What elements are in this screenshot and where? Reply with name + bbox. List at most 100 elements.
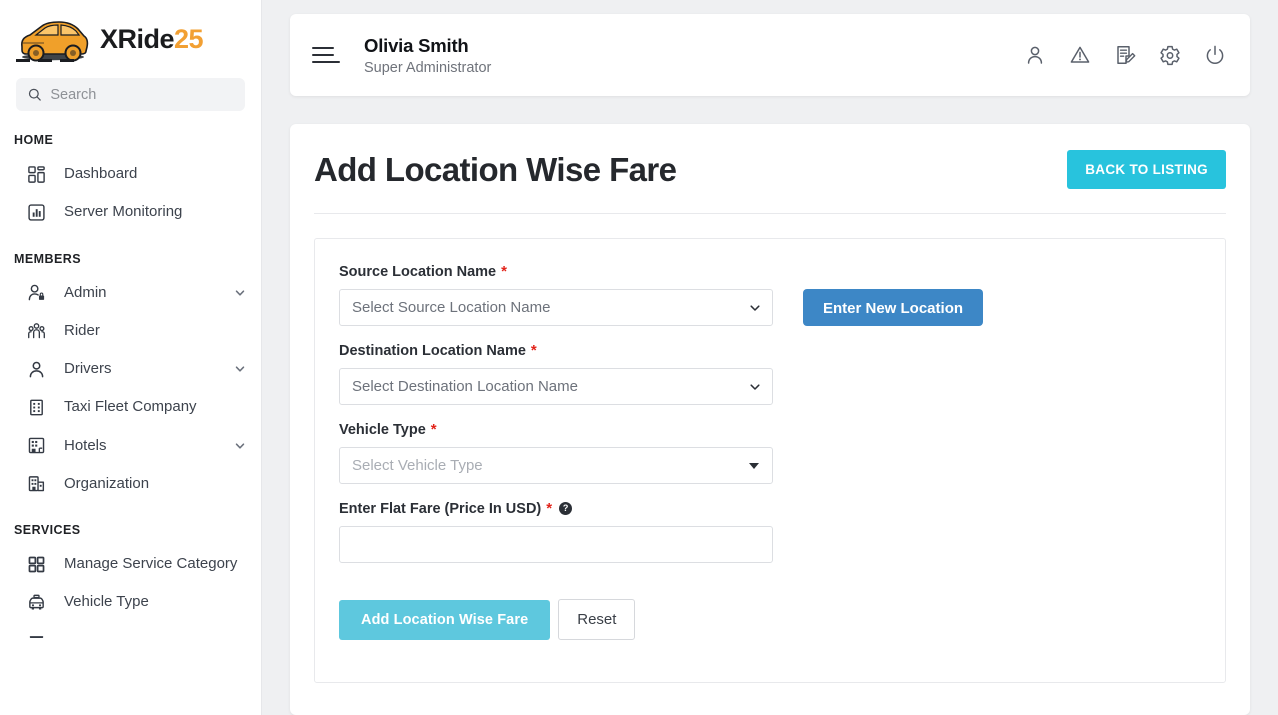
chart-bar-icon xyxy=(26,202,46,222)
partial-icon xyxy=(26,628,46,648)
required-marker: * xyxy=(546,500,553,517)
sidebar-item-label: Dashboard xyxy=(64,165,138,182)
sidebar-item-server-monitoring[interactable]: Server Monitoring xyxy=(0,193,261,231)
sidebar-item-label: Taxi Fleet Company xyxy=(64,398,197,416)
sidebar-item-vehicle-type[interactable]: Vehicle Type xyxy=(0,583,261,621)
sidebar-item-label: Vehicle Type xyxy=(64,593,149,611)
users-group-icon xyxy=(26,321,46,341)
main-content: Olivia Smith Super Administrator Add Loc… xyxy=(262,0,1278,715)
sidebar-item-label: Rider xyxy=(64,321,100,339)
document-edit-icon[interactable] xyxy=(1113,44,1136,67)
hotel-icon xyxy=(26,436,46,456)
sidebar-section-home: HOME xyxy=(14,133,54,147)
search-box[interactable] xyxy=(16,78,245,111)
required-marker: * xyxy=(530,342,537,359)
search-input[interactable] xyxy=(50,86,233,103)
destination-location-value: Select Destination Location Name xyxy=(352,378,578,395)
taxi-icon xyxy=(26,592,46,612)
question-mark-icon[interactable]: ? xyxy=(559,502,573,515)
back-to-listing-button[interactable]: BACK TO LISTING xyxy=(1067,150,1226,189)
source-location-label: Source Location Name * xyxy=(339,263,773,280)
search-container xyxy=(0,78,261,111)
page-header: Add Location Wise Fare BACK TO LISTING xyxy=(314,150,1226,214)
page-content-card: Add Location Wise Fare BACK TO LISTING S… xyxy=(290,124,1250,715)
sidebar-section-services: SERVICES xyxy=(14,523,81,537)
sidebar-item-label: Server Monitoring xyxy=(64,203,183,221)
sidebar-section-members: MEMBERS xyxy=(14,251,82,266)
brand-logo-block[interactable]: XRide25 xyxy=(0,0,261,78)
source-location-select[interactable]: Select Source Location Name xyxy=(339,289,773,326)
field-source-location: Source Location Name * Select Source Loca… xyxy=(339,263,773,326)
header-user-name: Olivia Smith xyxy=(364,34,469,56)
building-icon xyxy=(26,397,46,417)
sidebar-item-label: Organization xyxy=(64,474,150,492)
field-flat-fare: Enter Flat Fare (Price In USD) * ? xyxy=(339,500,773,563)
vehicle-type-label-text: Vehicle Type xyxy=(339,421,426,438)
sidebar-item-hotels[interactable]: Hotels xyxy=(0,427,261,465)
sidebar-item-rider[interactable]: Rider xyxy=(0,312,261,350)
sidebar-item-partial[interactable] xyxy=(0,622,261,657)
sidebar-item-drivers[interactable]: Drivers xyxy=(0,350,261,388)
power-logout-icon[interactable] xyxy=(1203,44,1226,67)
location-fare-form: Source Location Name * Select Source Loca… xyxy=(314,238,1226,683)
caret-down-icon xyxy=(749,462,759,469)
sidebar-item-label: Drivers xyxy=(64,360,112,377)
required-marker: * xyxy=(430,421,437,438)
vehicle-type-select[interactable]: Select Vehicle Type xyxy=(339,447,773,484)
sidebar-item-label: Manage Service Category xyxy=(64,555,238,572)
dashboard-grid-icon xyxy=(26,164,46,184)
brand-title: XRide25 xyxy=(100,23,204,55)
page-title: Add Location Wise Fare xyxy=(314,150,677,188)
sidebar-nav: HOME Dashboard Server Monitoring MEMBERS… xyxy=(0,133,261,657)
chevron-down-icon[interactable] xyxy=(233,362,247,376)
top-header-bar: Olivia Smith Super Administrator xyxy=(290,14,1250,96)
chevron-down-icon[interactable] xyxy=(233,439,247,453)
form-row-destination-location: Destination Location Name * Select Destin… xyxy=(315,342,1225,405)
sidebar-item-admin[interactable]: Admin xyxy=(0,274,261,312)
source-location-value: Select Source Location Name xyxy=(352,299,551,316)
sidebar-item-manage-service-category[interactable]: Manage Service Category xyxy=(0,545,261,583)
form-actions: Add Location Wise Fare Reset xyxy=(315,579,1225,640)
destination-location-label-text: Destination Location Name xyxy=(339,342,526,359)
car-icon xyxy=(16,21,89,62)
warning-triangle-icon[interactable] xyxy=(1068,44,1091,67)
required-marker: * xyxy=(501,263,507,280)
vehicle-type-label: Vehicle Type * xyxy=(339,421,773,438)
form-row-vehicle-type: Vehicle Type * Select Vehicle Type xyxy=(315,421,1225,484)
flat-fare-label-text: Enter Flat Fare (Price In USD) xyxy=(339,500,542,517)
reset-button[interactable]: Reset xyxy=(558,599,636,640)
header-user-block: Olivia Smith Super Administrator xyxy=(364,35,1023,76)
organization-icon xyxy=(26,474,46,494)
user-icon xyxy=(26,359,46,379)
destination-location-label: Destination Location Name * xyxy=(339,342,773,359)
sidebar: XRide25 HOME Dashboard xyxy=(0,0,262,715)
grid-squares-icon xyxy=(26,554,46,574)
brand-name-accent: 25 xyxy=(174,23,204,54)
sidebar-item-taxi-fleet-company[interactable]: Taxi Fleet Company xyxy=(0,388,261,426)
sidebar-item-label: Hotels xyxy=(64,436,107,454)
user-lock-icon xyxy=(26,283,46,303)
header-icon-group xyxy=(1023,44,1226,67)
user-profile-icon[interactable] xyxy=(1023,44,1046,67)
hamburger-menu-icon[interactable] xyxy=(312,41,340,69)
vehicle-type-value: Select Vehicle Type xyxy=(352,457,483,474)
chevron-down-icon xyxy=(749,302,761,314)
destination-location-select[interactable]: Select Destination Location Name xyxy=(339,368,773,405)
flat-fare-label: Enter Flat Fare (Price In USD) * ? xyxy=(339,500,773,517)
form-row-flat-fare: Enter Flat Fare (Price In USD) * ? xyxy=(315,500,1225,563)
field-destination-location: Destination Location Name * Select Destin… xyxy=(339,342,773,405)
search-icon xyxy=(28,88,41,101)
add-location-wise-fare-button[interactable]: Add Location Wise Fare xyxy=(339,599,551,640)
flat-fare-input[interactable] xyxy=(339,526,773,563)
enter-new-location-button[interactable]: Enter New Location xyxy=(803,289,984,326)
sidebar-item-organization[interactable]: Organization xyxy=(0,465,261,503)
form-row-source-location: Source Location Name * Select Source Loca… xyxy=(315,263,1225,326)
field-vehicle-type: Vehicle Type * Select Vehicle Type xyxy=(339,421,773,484)
header-user-role: Super Administrator xyxy=(364,59,492,76)
chevron-down-icon xyxy=(749,381,761,393)
source-location-label-text: Source Location Name xyxy=(339,263,497,280)
sidebar-item-dashboard[interactable]: Dashboard xyxy=(0,155,261,193)
chevron-down-icon[interactable] xyxy=(233,286,247,300)
gear-settings-icon[interactable] xyxy=(1158,44,1181,67)
brand-name-main: XRide xyxy=(100,23,175,54)
